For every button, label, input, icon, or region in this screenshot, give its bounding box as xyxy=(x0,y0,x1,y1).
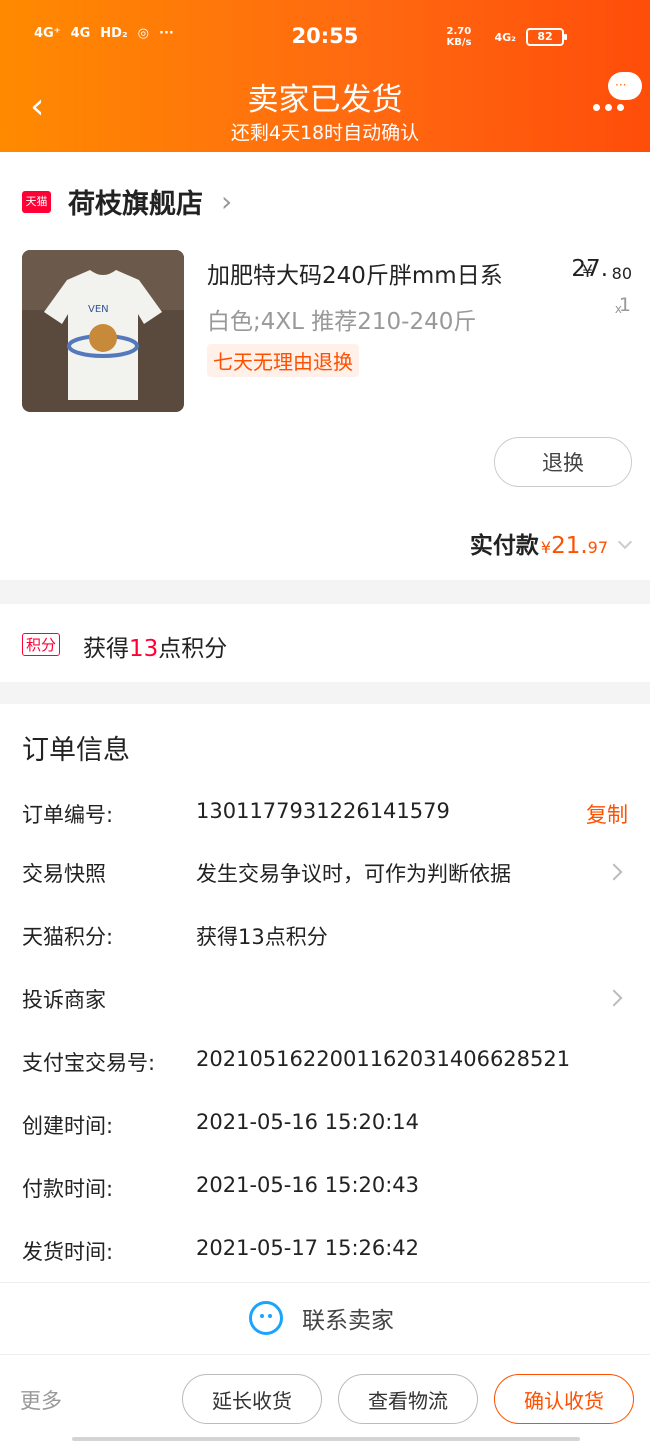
snapshot-value[interactable]: 发生交易争议时，可作为判断依据 xyxy=(196,858,511,888)
product-sku: 白色;4XL 推荐210-240斤 xyxy=(207,309,477,335)
shipped-time-value: 2021-05-17 15:26:42 xyxy=(196,1236,420,1260)
confirm-receipt-button[interactable]: 确认收货 xyxy=(494,1374,634,1424)
shop-name: 荷枝旗舰店 xyxy=(68,189,203,220)
alipay-trade-label: 支付宝交易号: xyxy=(22,1051,156,1075)
refund-exchange-button[interactable]: 退换 xyxy=(494,437,632,487)
status-right: 2.70 KB/s 4G₂ xyxy=(446,26,516,48)
order-info-card: 订单信息 订单编号: 1301177931226141579 复制 交易快照 发… xyxy=(0,704,650,1282)
tmall-points-label: 天猫积分: xyxy=(22,925,114,949)
page-subtitle: 还剩4天18时自动确认 xyxy=(230,122,420,144)
status-bar: 4G⁺ 4G HD₂ ◎ ··· 20:55 2.70 KB/s 4G₂ 82 xyxy=(0,18,650,58)
quantity: 1 xyxy=(618,294,631,316)
page-title: 卖家已发货 xyxy=(247,82,403,118)
chevron-down-icon xyxy=(617,534,633,550)
view-logistics-button[interactable]: 查看物流 xyxy=(338,1374,478,1424)
product-title[interactable]: 加肥特大码240斤胖mm日系 xyxy=(207,256,503,290)
created-time-value: 2021-05-16 15:20:14 xyxy=(196,1110,420,1134)
price-decimal: 80 xyxy=(611,264,632,283)
product-image[interactable]: VEN xyxy=(22,250,184,412)
copy-button[interactable]: 复制 xyxy=(586,799,628,829)
return-policy-badge: 七天无理由退换 xyxy=(207,344,359,377)
order-number-label: 订单编号: xyxy=(22,803,114,827)
paid-time-label: 付款时间: xyxy=(22,1177,114,1201)
order-number-value: 1301177931226141579 xyxy=(196,799,450,823)
complain-merchant-label[interactable]: 投诉商家 xyxy=(22,984,106,1014)
extend-receipt-button[interactable]: 延长收货 xyxy=(182,1374,322,1424)
amount-paid-integer: 21. xyxy=(551,533,588,559)
chevron-right-icon[interactable] xyxy=(605,989,623,1007)
bottom-action-bar: 更多 延长收货 查看物流 确认收货 xyxy=(0,1354,650,1444)
points-value: 13 xyxy=(129,636,159,662)
created-time-label: 创建时间: xyxy=(22,1114,114,1138)
contact-seller-button[interactable]: 联系卖家 xyxy=(249,1301,394,1335)
home-indicator xyxy=(72,1437,580,1441)
amount-paid-label: 实付款 xyxy=(469,533,539,559)
signal-icon: 4G₂ xyxy=(494,30,516,44)
amount-paid[interactable]: 实付款 ¥ 21. 97 xyxy=(469,526,633,560)
contact-seller-label: 联系卖家 xyxy=(302,1308,394,1334)
shop-link[interactable]: 天猫 荷枝旗舰店 › xyxy=(22,182,232,221)
order-card: 天猫 荷枝旗舰店 › VEN 加肥特大码240斤胖mm日系 白色;4XL 推荐2… xyxy=(0,152,650,580)
tmall-points-value: 获得13点积分 xyxy=(196,925,328,949)
price-integer: 27. xyxy=(571,256,608,282)
header-bar: 4G⁺ 4G HD₂ ◎ ··· 20:55 2.70 KB/s 4G₂ 82 … xyxy=(0,0,650,152)
points-text: 获得13点积分 xyxy=(83,636,228,662)
more-button[interactable]: 更多 xyxy=(20,1385,62,1415)
alipay-trade-value: 2021051622001162031406628521 xyxy=(196,1047,571,1071)
tmall-icon: 天猫 xyxy=(22,190,51,213)
net-speed: 2.70 KB/s xyxy=(446,26,472,48)
contact-seller-bar[interactable]: 联系卖家 xyxy=(0,1282,650,1354)
order-info-title: 订单信息 xyxy=(22,735,130,766)
smile-face-icon xyxy=(249,1301,283,1335)
battery-icon: 82 xyxy=(526,28,567,46)
paid-time-value: 2021-05-16 15:20:43 xyxy=(196,1173,420,1197)
amount-paid-decimal: 97 xyxy=(587,538,608,557)
svg-text:VEN: VEN xyxy=(88,304,109,315)
points-icon: 积分 xyxy=(22,633,61,656)
chevron-right-icon: › xyxy=(221,184,233,218)
amount-paid-currency: ¥ xyxy=(540,538,552,557)
shipped-time-label: 发货时间: xyxy=(22,1240,114,1264)
points-card: 积分 获得13点积分 xyxy=(0,604,650,682)
more-menu-icon[interactable] xyxy=(593,104,624,111)
chevron-right-icon[interactable] xyxy=(605,863,623,881)
chat-bubble-icon[interactable]: ··· xyxy=(608,72,642,100)
snapshot-label[interactable]: 交易快照 xyxy=(22,858,106,888)
